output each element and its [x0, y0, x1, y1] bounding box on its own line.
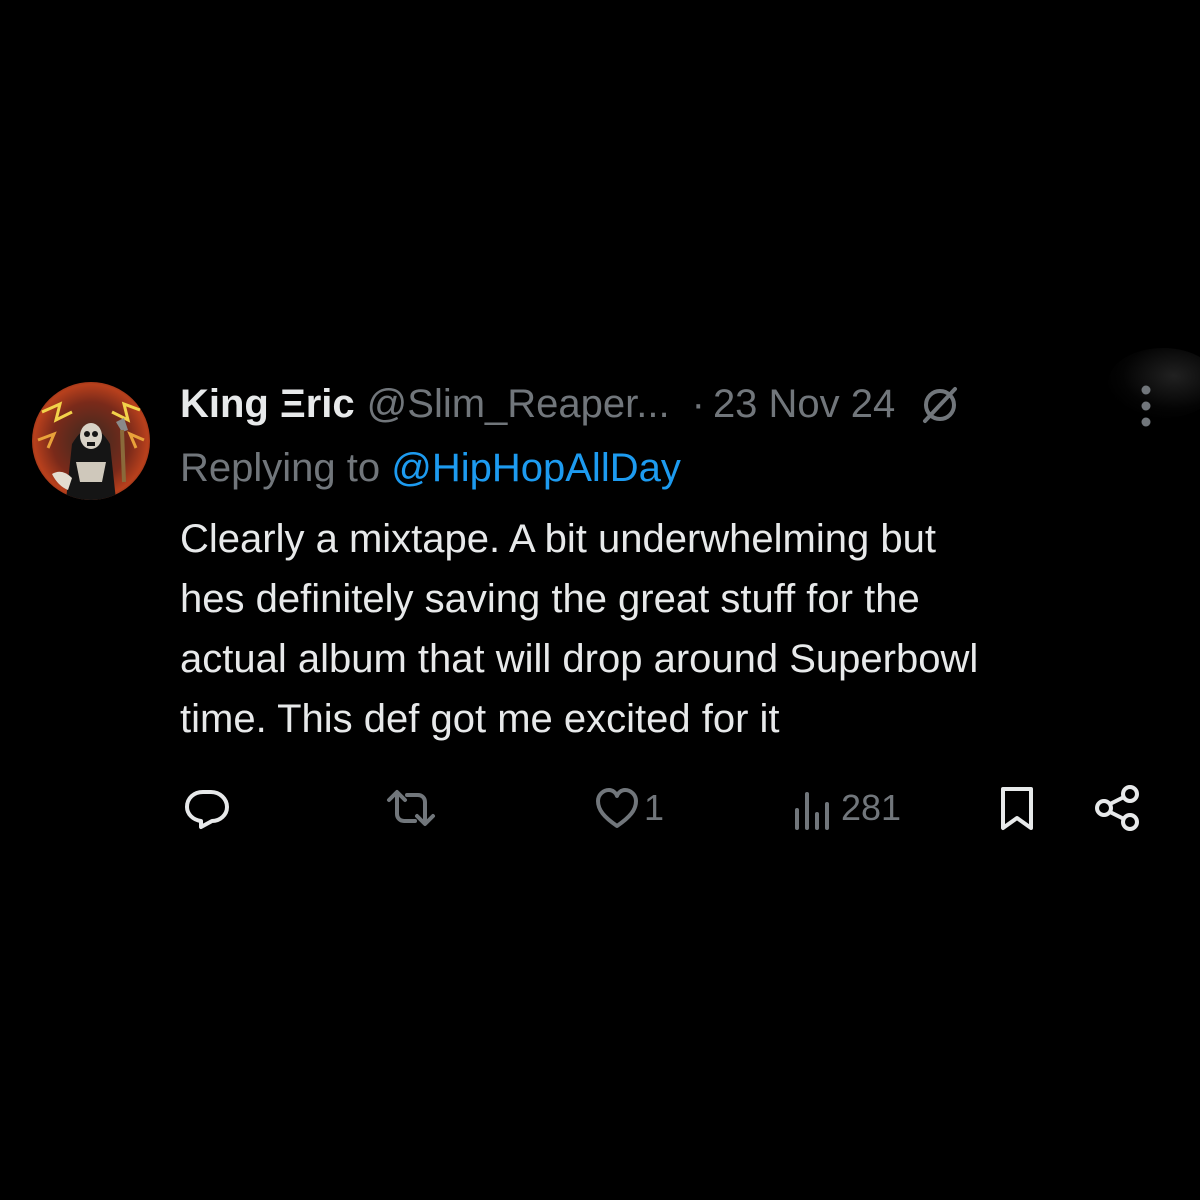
reply-button[interactable]	[183, 780, 231, 836]
share-button[interactable]	[1092, 780, 1142, 836]
replying-to-line: Replying to @HipHopAllDay	[180, 440, 681, 496]
tweet-text: Clearly a mixtape. A bit underwhelming b…	[180, 509, 1180, 749]
replying-to-label: Replying to	[180, 446, 381, 490]
avatar-image	[32, 382, 150, 500]
like-count: 1	[644, 787, 665, 828]
views-count: 281	[841, 787, 902, 828]
user-handle[interactable]: @Slim_Reaper...	[367, 376, 670, 432]
tweet-header: King Ξric @Slim_Reaper... · 23 Nov 24	[180, 376, 963, 432]
grok-icon[interactable]	[917, 381, 963, 427]
tweet: King Ξric @Slim_Reaper... · 23 Nov 24 Re…	[0, 0, 1200, 1200]
action-bar: 1 281	[0, 780, 1200, 836]
repost-button[interactable]	[383, 780, 439, 836]
more-vertical-icon	[1141, 385, 1151, 427]
separator-dot: ·	[691, 382, 705, 426]
like-button[interactable]: 1	[594, 780, 664, 836]
tweet-text-line: actual album that will drop around Super…	[180, 637, 979, 681]
reply-icon	[185, 790, 229, 829]
bookmark-button[interactable]	[995, 780, 1039, 836]
tweet-date[interactable]: 23 Nov 24	[713, 376, 895, 432]
views-button[interactable]: 281	[791, 780, 901, 836]
tweet-text-line: Clearly a mixtape. A bit underwhelming b…	[180, 517, 936, 561]
views-icon	[795, 792, 829, 830]
tweet-text-line: time. This def got me excited for it	[180, 697, 780, 741]
avatar[interactable]	[32, 382, 150, 500]
repost-icon	[387, 790, 435, 826]
bookmark-icon	[1001, 787, 1033, 830]
display-name[interactable]: King Ξric	[180, 376, 355, 432]
replying-to-link[interactable]: @HipHopAllDay	[391, 446, 681, 490]
more-options-button[interactable]	[1128, 380, 1164, 432]
tweet-text-line: hes definitely saving the great stuff fo…	[180, 577, 920, 621]
heart-icon	[596, 788, 638, 828]
share-icon	[1095, 785, 1139, 831]
